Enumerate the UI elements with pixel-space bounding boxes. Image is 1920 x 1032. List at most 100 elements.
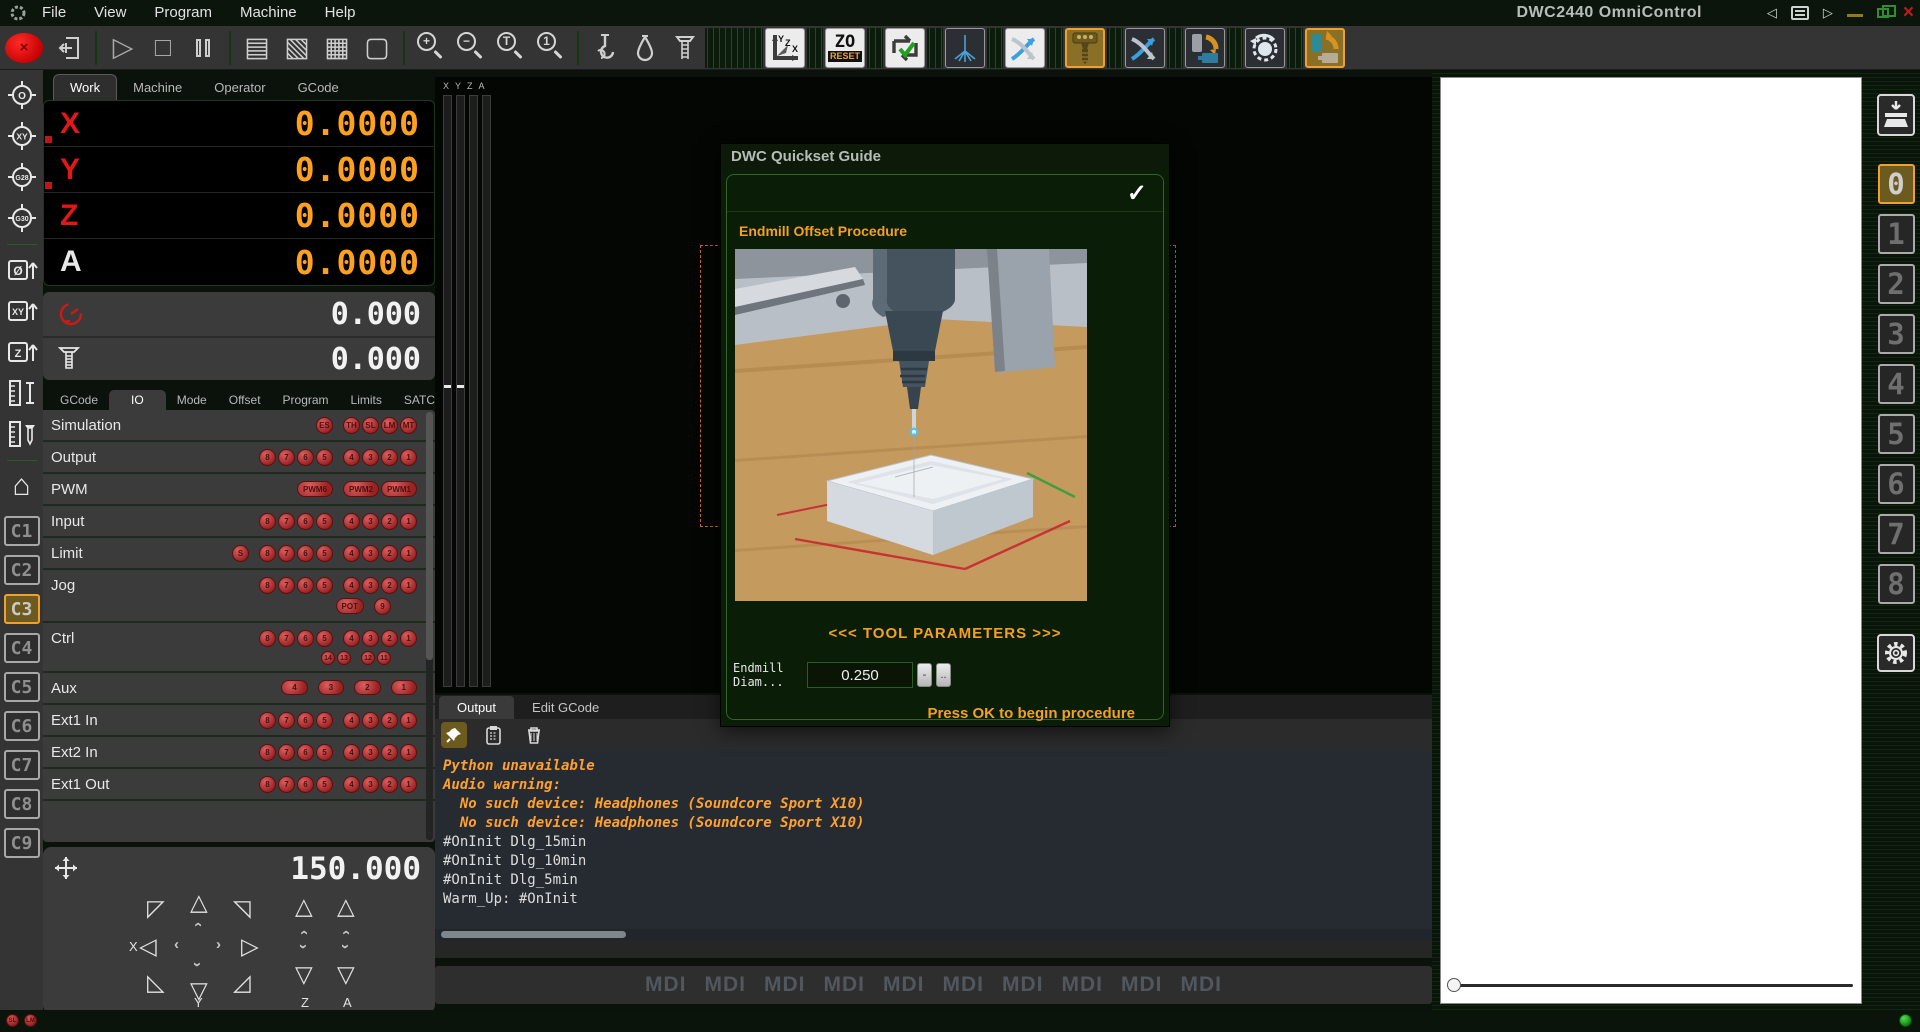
swap-axes-button[interactable] (1005, 28, 1045, 68)
jog-sw-button[interactable]: ◺ (147, 971, 165, 994)
sidebar-button-c4[interactable]: C4 (4, 633, 40, 663)
diameter-decrement-button[interactable]: - (917, 663, 932, 687)
diameter-browse-button[interactable]: .. (936, 663, 951, 687)
jog-a-up-button[interactable]: △ (337, 895, 355, 918)
measure-tool-button[interactable] (5, 417, 39, 451)
menu-machine[interactable]: Machine (226, 0, 311, 26)
mdi-button[interactable]: MDI (1121, 973, 1163, 997)
mdi-button[interactable]: MDI (883, 973, 925, 997)
view-mesh-button[interactable]: ▦ (317, 28, 357, 68)
mdi-button[interactable]: MDI (1181, 973, 1223, 997)
estop-button[interactable]: × (5, 33, 43, 63)
jog-ne-button[interactable]: ◹ (233, 897, 251, 920)
jog-step-left-icon[interactable]: ‹ (174, 937, 179, 952)
menu-file[interactable]: File (28, 0, 80, 26)
mdi-button[interactable]: MDI (645, 973, 687, 997)
tab-gcode[interactable]: GCode (282, 75, 355, 100)
view-wire-button[interactable]: ▢ (357, 28, 397, 68)
jog-west-button[interactable]: ◁ (139, 935, 157, 958)
mdi-button[interactable]: MDI (764, 973, 806, 997)
nav-back-icon[interactable]: ◁ (1767, 5, 1777, 21)
pin-output-button[interactable] (441, 722, 467, 748)
tool-return-button[interactable] (1305, 28, 1345, 68)
pause-button[interactable] (183, 28, 223, 68)
preset-button-8[interactable]: 8 (1878, 564, 1915, 604)
jog-a-down-button[interactable]: ▽ (337, 963, 355, 986)
probe-button[interactable] (1877, 94, 1915, 136)
maximize-button[interactable] (1877, 8, 1889, 18)
mdi-button[interactable]: MDI (1062, 973, 1104, 997)
io-tab-program[interactable]: Program (272, 390, 340, 410)
view-side-button[interactable]: ▧ (277, 28, 317, 68)
zoom-fit-button[interactable]: 1 (531, 28, 571, 68)
laser-pointer-button[interactable] (945, 28, 985, 68)
coolant-drop-button[interactable] (625, 28, 665, 68)
layout-panel-icon[interactable] (1791, 6, 1809, 20)
mdi-button[interactable]: MDI (705, 973, 747, 997)
console-hscrollbar-thumb[interactable] (441, 931, 626, 938)
mdi-button[interactable]: MDI (943, 973, 985, 997)
preset-button-4[interactable]: 4 (1878, 364, 1915, 404)
menu-help[interactable]: Help (311, 0, 370, 26)
settings-button[interactable] (1877, 634, 1915, 672)
sidebar-button-c5[interactable]: C5 (4, 672, 40, 702)
stop-button[interactable]: □ (143, 28, 183, 68)
dialog-ok-check-icon[interactable]: ✓ (1127, 179, 1147, 208)
io-tab-limits[interactable]: Limits (340, 390, 393, 410)
sidebar-button-c3[interactable]: C3 (4, 594, 40, 624)
endmill-mode-button[interactable] (1065, 28, 1105, 68)
home-button[interactable]: ⌂ (5, 469, 39, 503)
view-top-button[interactable]: ▤ (237, 28, 277, 68)
mdi-button[interactable]: MDI (1002, 973, 1044, 997)
jog-east-button[interactable]: ▷ (241, 935, 259, 958)
preset-button-1[interactable]: 1 (1878, 214, 1915, 254)
jog-step-right-icon[interactable]: › (216, 937, 221, 952)
touchoff-z-button[interactable]: Z (5, 335, 39, 369)
console-output[interactable]: Python unavailableAudio warning: No such… (435, 751, 1432, 929)
jog-z-step-down-icon[interactable]: › (301, 939, 306, 954)
jog-z-down-button[interactable]: ▽ (295, 963, 313, 986)
jog-se-button[interactable]: ◿ (233, 971, 251, 994)
preset-button-5[interactable]: 5 (1878, 414, 1915, 454)
io-tab-mode[interactable]: Mode (166, 390, 218, 410)
sidebar-button-c9[interactable]: C9 (4, 828, 40, 858)
output-tab-edit-gcode[interactable]: Edit GCode (514, 696, 617, 719)
jog-z-up-button[interactable]: △ (295, 895, 313, 918)
jog-nw-button[interactable]: ◸ (147, 897, 165, 920)
tool-change-button[interactable] (1185, 28, 1225, 68)
minimize-button[interactable] (1847, 14, 1863, 17)
sidebar-button-c1[interactable]: C1 (4, 516, 40, 546)
document-scrollbar[interactable] (1449, 984, 1853, 987)
touchoff-diameter-button[interactable]: Ø (5, 253, 39, 287)
spindle-rotate-button[interactable] (1245, 28, 1285, 68)
preset-button-3[interactable]: 3 (1878, 314, 1915, 354)
preset-button-7[interactable]: 7 (1878, 514, 1915, 554)
jog-a-step-down-icon[interactable]: › (343, 939, 348, 954)
console-hscrollbar[interactable] (435, 929, 1432, 941)
zoom-in-button[interactable]: + (411, 28, 451, 68)
goto-g30-button[interactable]: G30 (5, 201, 39, 235)
menu-view[interactable]: View (80, 0, 140, 26)
run-button[interactable]: ▷ (103, 28, 143, 68)
preset-button-2[interactable]: 2 (1878, 264, 1915, 304)
io-scrollbar-thumb[interactable] (426, 412, 433, 660)
goto-g28-button[interactable]: G28 (5, 160, 39, 194)
io-tab-io[interactable]: IO (109, 390, 166, 410)
mdi-button[interactable]: MDI (824, 973, 866, 997)
jog-z-step-up-icon[interactable]: › (301, 925, 306, 940)
menu-program[interactable]: Program (140, 0, 226, 26)
preset-button-6[interactable]: 6 (1878, 464, 1915, 504)
coolant-hook-button[interactable] (585, 28, 625, 68)
copy-output-button[interactable] (481, 722, 507, 748)
clear-output-button[interactable] (521, 722, 547, 748)
measure-height-button[interactable] (5, 376, 39, 410)
tab-machine[interactable]: Machine (117, 75, 198, 100)
swap-axes-dark-button[interactable] (1125, 28, 1165, 68)
exit-button[interactable] (49, 28, 89, 68)
preset-button-0[interactable]: 0 (1878, 164, 1915, 204)
sidebar-button-c2[interactable]: C2 (4, 555, 40, 585)
sidebar-button-c6[interactable]: C6 (4, 711, 40, 741)
tab-work[interactable]: Work (53, 74, 117, 100)
touchoff-xy-button[interactable]: XY (5, 294, 39, 328)
document-panel[interactable] (1440, 77, 1862, 1004)
